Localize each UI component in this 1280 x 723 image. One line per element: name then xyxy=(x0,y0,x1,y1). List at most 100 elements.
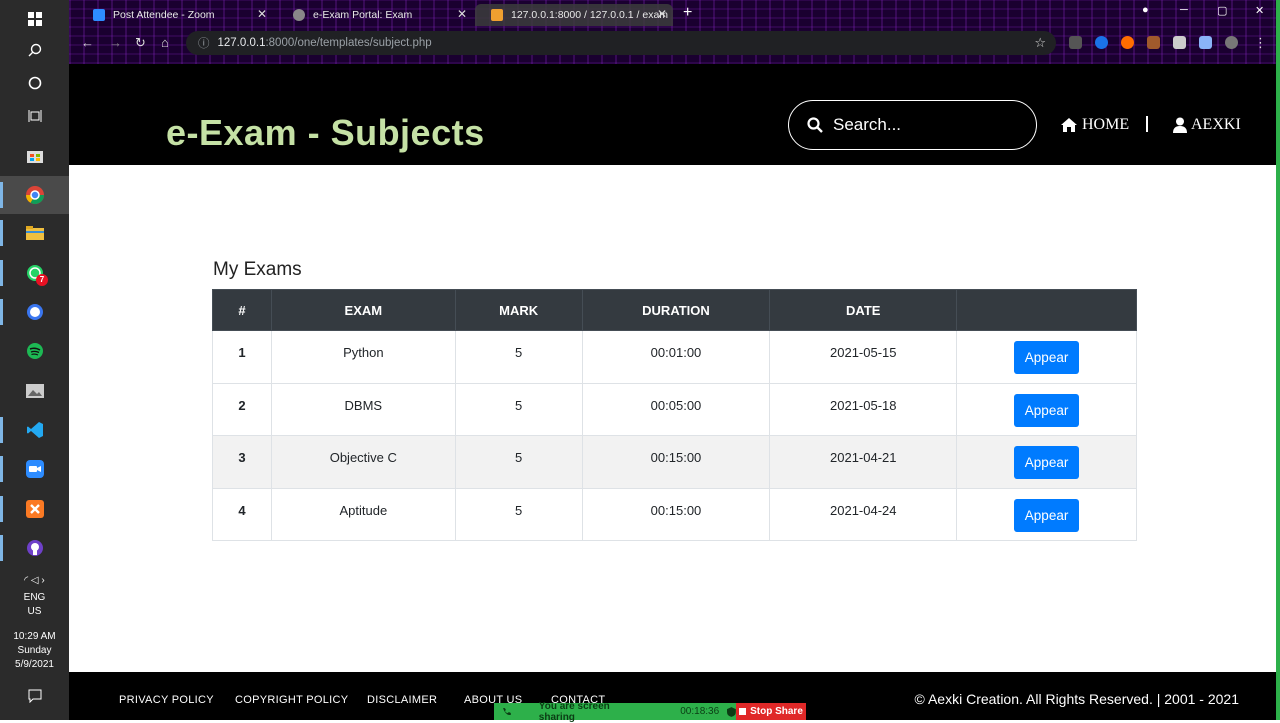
extension-icon[interactable] xyxy=(1121,36,1134,49)
row-number: 3 xyxy=(212,435,272,489)
column-header: # xyxy=(212,289,272,331)
table-row: 3 Objective C 5 00:15:00 2021-04-21 Appe… xyxy=(212,435,1137,489)
store-icon[interactable] xyxy=(0,136,69,174)
stop-icon xyxy=(739,708,747,715)
phone-icon xyxy=(502,708,511,716)
exam-name: Aptitude xyxy=(270,487,456,541)
github-icon[interactable] xyxy=(0,529,69,567)
exam-name: DBMS xyxy=(270,382,456,436)
whatsapp-icon[interactable]: 7 xyxy=(0,254,69,292)
profile-icon[interactable]: ● xyxy=(1142,4,1149,16)
close-tab-icon[interactable]: ✕ xyxy=(257,7,267,21)
exam-name: Python xyxy=(270,330,456,384)
maximize-icon[interactable]: ▢ xyxy=(1217,4,1227,17)
exam-duration: 00:15:00 xyxy=(581,435,771,489)
tab-exam-portal[interactable]: e-Exam Portal: Exam ✕ xyxy=(277,4,473,26)
reload-icon[interactable]: ↻ xyxy=(135,35,146,51)
signal-icon[interactable] xyxy=(0,293,69,331)
page-title: e-Exam - Subjects xyxy=(166,112,485,153)
share-border xyxy=(1276,0,1280,720)
nav-home-label: HOME xyxy=(1082,116,1130,133)
search-icon xyxy=(807,117,823,133)
share-timer: 00:18:36 xyxy=(680,706,720,717)
tab-zoom[interactable]: Post Attendee - Zoom ✕ xyxy=(77,4,273,26)
vscode-icon[interactable] xyxy=(0,411,69,449)
exam-duration: 00:01:00 xyxy=(581,330,771,384)
exam-mark: 5 xyxy=(454,487,583,541)
language-indicator[interactable]: ENG US xyxy=(0,591,69,619)
extension-icon[interactable] xyxy=(1173,36,1186,49)
appear-button[interactable]: Appear xyxy=(1014,393,1080,427)
xampp-icon[interactable] xyxy=(0,490,69,528)
exams-table: # EXAM MARK DURATION DATE 1 Python 5 00:… xyxy=(212,289,1137,541)
exam-name: Objective C xyxy=(270,435,456,489)
section-title: My Exams xyxy=(213,259,302,280)
exam-date: 2021-05-18 xyxy=(769,382,958,436)
exam-duration: 00:05:00 xyxy=(581,382,771,436)
close-window-icon[interactable]: ✕ xyxy=(1255,4,1264,17)
file-explorer-icon[interactable] xyxy=(0,214,69,252)
extension-icon[interactable] xyxy=(1147,36,1160,49)
tray-icons[interactable]: ◜ ◁ › xyxy=(0,574,69,588)
appear-button[interactable]: Appear xyxy=(1014,446,1080,479)
action-cell: Appear xyxy=(956,435,1137,489)
browser-window: Post Attendee - Zoom ✕ e-Exam Portal: Ex… xyxy=(69,0,1280,720)
nav-home[interactable]: HOME xyxy=(1060,116,1129,134)
clock-time: 10:29 AM xyxy=(13,631,56,642)
shield-icon xyxy=(727,706,736,717)
back-icon[interactable]: ← xyxy=(81,35,94,50)
windows-taskbar: 7 ◜ ◁ › ENG US 10:29 AM Sunday 5/9/2021 xyxy=(0,0,69,720)
row-number: 4 xyxy=(212,487,272,541)
globe-favicon-icon xyxy=(293,9,305,21)
menu-icon[interactable]: ⋮ xyxy=(1254,35,1267,51)
notification-center-icon[interactable] xyxy=(0,677,69,715)
new-tab-icon[interactable]: + xyxy=(683,4,692,22)
close-tab-icon[interactable]: ✕ xyxy=(457,7,467,21)
info-icon[interactable]: ⓘ xyxy=(198,35,210,51)
table-row: 4 Aptitude 5 00:15:00 2021-04-24 Appear xyxy=(212,487,1137,541)
search-box[interactable] xyxy=(788,100,1037,150)
address-bar[interactable]: ⓘ 127.0.0.1:8000/one/templates/subject.p… xyxy=(186,31,1056,55)
exam-date: 2021-04-21 xyxy=(769,435,958,489)
tab-title: e-Exam Portal: Exam xyxy=(313,9,413,21)
row-number: 2 xyxy=(212,382,272,436)
appear-button[interactable]: Appear xyxy=(1014,341,1080,374)
spotify-icon[interactable] xyxy=(0,332,69,370)
appear-button[interactable]: Appear xyxy=(1014,498,1080,532)
footer-link-disclaimer[interactable]: DISCLAIMER xyxy=(367,694,437,706)
exam-mark: 5 xyxy=(454,382,583,436)
nav-divider xyxy=(1146,116,1148,132)
home-icon[interactable]: ⌂ xyxy=(161,35,169,50)
share-status[interactable]: You are screen sharing 00:18:36 xyxy=(494,700,736,723)
zoom-icon[interactable] xyxy=(0,450,69,488)
forward-icon[interactable]: → xyxy=(109,35,122,50)
extension-icon[interactable] xyxy=(1069,36,1082,49)
user-icon xyxy=(1173,117,1187,133)
chrome-icon[interactable] xyxy=(0,176,69,214)
region-label: US xyxy=(27,606,42,617)
clock[interactable]: 10:29 AM Sunday 5/9/2021 xyxy=(0,630,69,672)
main-content: My Exams # EXAM MARK DURATION DATE 1 Pyt… xyxy=(69,165,1276,672)
table-row: 1 Python 5 00:01:00 2021-05-15 Appear xyxy=(212,330,1137,384)
footer-link-copyright[interactable]: COPYRIGHT POLICY xyxy=(235,694,348,706)
language-label: ENG xyxy=(23,592,46,603)
close-tab-icon[interactable]: ✕ xyxy=(657,7,667,21)
nav-user-label: AEXKI xyxy=(1191,116,1241,133)
extensions-puzzle-icon[interactable] xyxy=(1199,36,1212,49)
tab-phpmyadmin[interactable]: 127.0.0.1:8000 / 127.0.0.1 / exam ✕ xyxy=(475,4,673,26)
footer-link-privacy[interactable]: PRIVACY POLICY xyxy=(119,694,214,706)
avatar[interactable] xyxy=(1225,36,1238,49)
column-header: MARK xyxy=(454,289,583,331)
exam-date: 2021-04-24 xyxy=(769,487,958,541)
extension-icon[interactable] xyxy=(1095,36,1108,49)
url-path: :8000/one/templates/subject.php xyxy=(265,37,432,49)
minimize-icon[interactable]: ─ xyxy=(1180,4,1188,16)
search-input[interactable] xyxy=(833,115,1013,135)
nav-user[interactable]: AEXKI xyxy=(1173,116,1241,134)
bookmark-star-icon[interactable]: ☆ xyxy=(1034,35,1046,51)
share-message: You are screen sharing xyxy=(538,700,610,723)
stop-share-button[interactable]: Stop Share xyxy=(736,703,806,720)
task-view-icon[interactable] xyxy=(0,97,69,135)
photos-icon[interactable] xyxy=(0,372,69,410)
action-cell: Appear xyxy=(956,382,1137,436)
